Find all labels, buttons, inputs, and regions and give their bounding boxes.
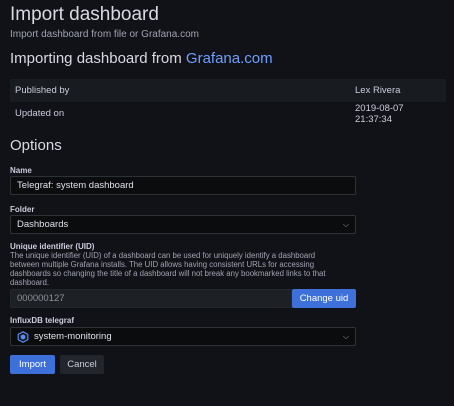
name-field[interactable]: Telegraf: system dashboard xyxy=(10,176,356,195)
grafana-com-link[interactable]: Grafana.com xyxy=(186,50,273,67)
name-label: Name xyxy=(10,166,32,175)
info-key: Published by xyxy=(15,85,70,96)
chevron-down-icon: ⌵ xyxy=(342,219,349,229)
folder-label: Folder xyxy=(10,205,35,214)
datasource-label: InfluxDB telegraf xyxy=(10,316,75,325)
info-value: Lex Rivera xyxy=(355,85,401,96)
change-uid-button[interactable]: Change uid xyxy=(292,289,356,308)
info-row-updated-on: Updated on 2019-08-07 21:37:34 xyxy=(10,102,446,125)
import-button[interactable]: Import xyxy=(10,355,55,374)
influxdb-icon xyxy=(17,330,29,343)
datasource-select-value: system-monitoring xyxy=(34,331,112,342)
info-value: 2019-08-07 21:37:34 xyxy=(355,102,404,125)
datasource-select[interactable]: system-monitoring ⌵ xyxy=(10,327,356,346)
importing-heading: Importing dashboard from Grafana.com xyxy=(10,50,273,67)
cancel-button[interactable]: Cancel xyxy=(60,355,104,374)
importing-prefix: Importing dashboard from xyxy=(10,50,186,67)
info-key: Updated on xyxy=(15,108,65,119)
info-row-published-by: Published by Lex Rivera xyxy=(10,79,446,102)
uid-input[interactable]: 000000127 xyxy=(10,289,292,308)
folder-select-value: Dashboards xyxy=(17,219,69,230)
page-subtitle: Import dashboard from file or Grafana.co… xyxy=(10,29,199,40)
uid-input-value: 000000127 xyxy=(17,293,65,304)
chevron-down-icon: ⌵ xyxy=(342,331,349,341)
page-title: Import dashboard xyxy=(10,4,159,25)
uid-description: The unique identifier (UID) of a dashboa… xyxy=(10,251,326,287)
uid-label: Unique identifier (UID) xyxy=(10,242,95,251)
name-field-value: Telegraf: system dashboard xyxy=(17,180,134,191)
options-heading: Options xyxy=(10,137,62,154)
folder-select[interactable]: Dashboards ⌵ xyxy=(10,215,356,234)
